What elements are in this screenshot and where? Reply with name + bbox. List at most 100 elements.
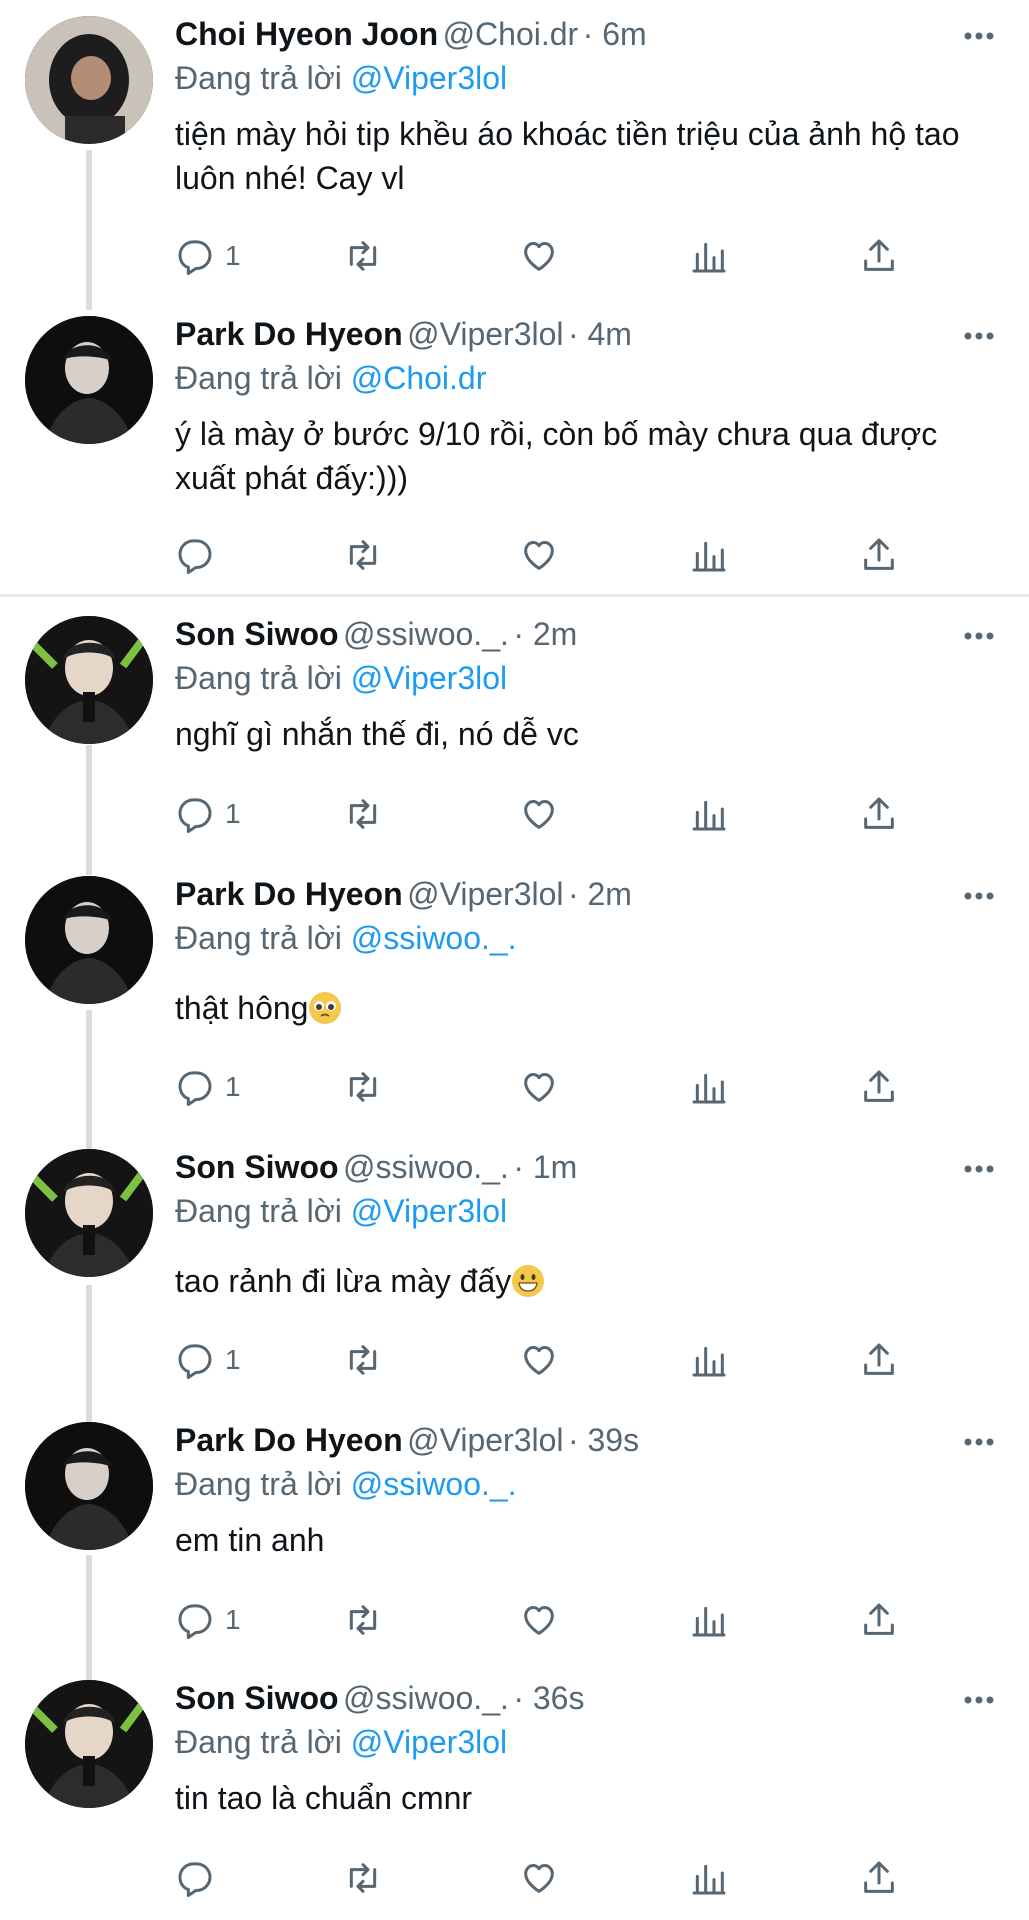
- avatar-park[interactable]: [25, 1422, 153, 1550]
- author-handle[interactable]: @Choi.dr: [443, 16, 579, 52]
- reply-button[interactable]: [175, 533, 225, 577]
- tweet[interactable]: Park Do Hyeon @Viper3lol · 39s Đang trả …: [0, 1406, 1029, 1664]
- more-options-icon[interactable]: [959, 1422, 999, 1462]
- author-name[interactable]: Park Do Hyeon: [175, 876, 403, 912]
- reply-button[interactable]: 1: [175, 792, 241, 836]
- tweet-text: thật hông: [175, 986, 995, 1030]
- author-handle[interactable]: @Viper3lol: [407, 876, 563, 912]
- reply-button[interactable]: 1: [175, 1065, 241, 1109]
- analytics-button[interactable]: [689, 1338, 729, 1382]
- share-button[interactable]: [859, 1598, 899, 1642]
- like-button[interactable]: [519, 1856, 559, 1900]
- tweet[interactable]: Park Do Hyeon @Viper3lol · 4m Đang trả l…: [0, 300, 1029, 592]
- analytics-button[interactable]: [689, 792, 729, 836]
- like-button[interactable]: [519, 792, 559, 836]
- author-handle[interactable]: @ssiwoo._.: [343, 1680, 509, 1716]
- share-button[interactable]: [859, 792, 899, 836]
- action-bar: 1: [175, 792, 935, 836]
- reply-button[interactable]: 1: [175, 234, 241, 278]
- more-options-icon[interactable]: [959, 1680, 999, 1720]
- reply-button[interactable]: [175, 1856, 225, 1900]
- replying-to: Đang trả lời @Choi.dr: [175, 360, 486, 397]
- retweet-icon: [349, 799, 377, 829]
- timestamp[interactable]: · 4m: [568, 316, 632, 352]
- share-button[interactable]: [859, 1856, 899, 1900]
- timestamp[interactable]: · 2m: [513, 616, 577, 652]
- avatar-son[interactable]: [25, 616, 153, 744]
- retweet-button[interactable]: [343, 533, 383, 577]
- author-handle[interactable]: @ssiwoo._.: [343, 1149, 509, 1185]
- reply-button[interactable]: 1: [175, 1598, 241, 1642]
- timestamp[interactable]: · 6m: [583, 16, 647, 52]
- analytics-button[interactable]: [689, 1856, 729, 1900]
- retweet-button[interactable]: [343, 1598, 383, 1642]
- tweet-text: ý là mày ở bước 9/10 rồi, còn bố mày chư…: [175, 416, 938, 496]
- share-icon: [864, 538, 894, 570]
- author-name[interactable]: Park Do Hyeon: [175, 1422, 403, 1458]
- more-options-icon[interactable]: [959, 16, 999, 56]
- analytics-button[interactable]: [689, 1598, 729, 1642]
- timestamp[interactable]: · 39s: [568, 1422, 639, 1458]
- retweet-button[interactable]: [343, 1065, 383, 1109]
- share-button[interactable]: [859, 1065, 899, 1109]
- reply-icon: [178, 1862, 212, 1897]
- retweet-button[interactable]: [343, 1338, 383, 1382]
- author-name[interactable]: Son Siwoo: [175, 1149, 339, 1185]
- more-options-icon[interactable]: [959, 616, 999, 656]
- heart-icon: [524, 541, 554, 570]
- more-options-icon[interactable]: [959, 316, 999, 356]
- share-button[interactable]: [859, 533, 899, 577]
- tweet[interactable]: Son Siwoo @ssiwoo._. · 1m Đang trả lời @…: [0, 1133, 1029, 1405]
- more-options-icon[interactable]: [959, 876, 999, 916]
- tweet[interactable]: Son Siwoo @ssiwoo._. · 2m Đang trả lời @…: [0, 600, 1029, 860]
- avatar-son[interactable]: [25, 1680, 153, 1808]
- author-name[interactable]: Son Siwoo: [175, 616, 339, 652]
- like-button[interactable]: [519, 1338, 559, 1382]
- timestamp[interactable]: · 1m: [513, 1149, 577, 1185]
- share-button[interactable]: [859, 1338, 899, 1382]
- like-button[interactable]: [519, 1065, 559, 1109]
- timestamp[interactable]: · 2m: [568, 876, 632, 912]
- replying-to: Đang trả lời @Viper3lol: [175, 660, 507, 697]
- retweet-button[interactable]: [343, 234, 383, 278]
- avatar-son[interactable]: [25, 1149, 153, 1277]
- like-button[interactable]: [519, 234, 559, 278]
- author-name[interactable]: Park Do Hyeon: [175, 316, 403, 352]
- analytics-button[interactable]: [689, 1065, 729, 1109]
- avatar-park[interactable]: [25, 876, 153, 1004]
- author-name[interactable]: Choi Hyeon Joon: [175, 16, 438, 52]
- reply-mention[interactable]: @Viper3lol: [351, 660, 507, 696]
- reply-mention[interactable]: @ssiwoo._.: [351, 920, 517, 956]
- analytics-button[interactable]: [689, 234, 729, 278]
- retweet-button[interactable]: [343, 792, 383, 836]
- reply-mention[interactable]: @Viper3lol: [351, 60, 507, 96]
- reply-mention[interactable]: @ssiwoo._.: [351, 1466, 517, 1502]
- timestamp[interactable]: · 36s: [513, 1680, 584, 1716]
- tweet[interactable]: Choi Hyeon Joon @Choi.dr · 6m Đang trả l…: [0, 0, 1029, 300]
- avatar-park[interactable]: [25, 316, 153, 444]
- reply-mention[interactable]: @Viper3lol: [351, 1724, 507, 1760]
- tweet[interactable]: Park Do Hyeon @Viper3lol · 2m Đang trả l…: [0, 860, 1029, 1132]
- more-options-icon[interactable]: [959, 1149, 999, 1189]
- retweet-icon: [349, 1345, 377, 1375]
- tweet-text: tao rảnh đi lừa mày đấy: [175, 1259, 995, 1303]
- reply-button[interactable]: 1: [175, 1338, 241, 1382]
- pleading-face-emoji-icon: [309, 992, 342, 1024]
- share-button[interactable]: [859, 234, 899, 278]
- like-button[interactable]: [519, 1598, 559, 1642]
- analytics-button[interactable]: [689, 533, 729, 577]
- reply-mention[interactable]: @Choi.dr: [351, 360, 487, 396]
- reply-mention[interactable]: @Viper3lol: [351, 1193, 507, 1229]
- tweet-text: tiện mày hỏi tip khều áo khoác tiền triệ…: [175, 116, 960, 196]
- replying-to: Đang trả lời @ssiwoo._.: [175, 920, 517, 957]
- analytics-icon: [692, 1346, 726, 1377]
- like-button[interactable]: [519, 533, 559, 577]
- author-handle[interactable]: @Viper3lol: [407, 1422, 563, 1458]
- author-name[interactable]: Son Siwoo: [175, 1680, 339, 1716]
- analytics-icon: [692, 541, 726, 572]
- author-handle[interactable]: @Viper3lol: [407, 316, 563, 352]
- tweet[interactable]: Son Siwoo @ssiwoo._. · 36s Đang trả lời …: [0, 1664, 1029, 1920]
- avatar-choi[interactable]: [25, 16, 153, 144]
- author-handle[interactable]: @ssiwoo._.: [343, 616, 509, 652]
- retweet-button[interactable]: [343, 1856, 383, 1900]
